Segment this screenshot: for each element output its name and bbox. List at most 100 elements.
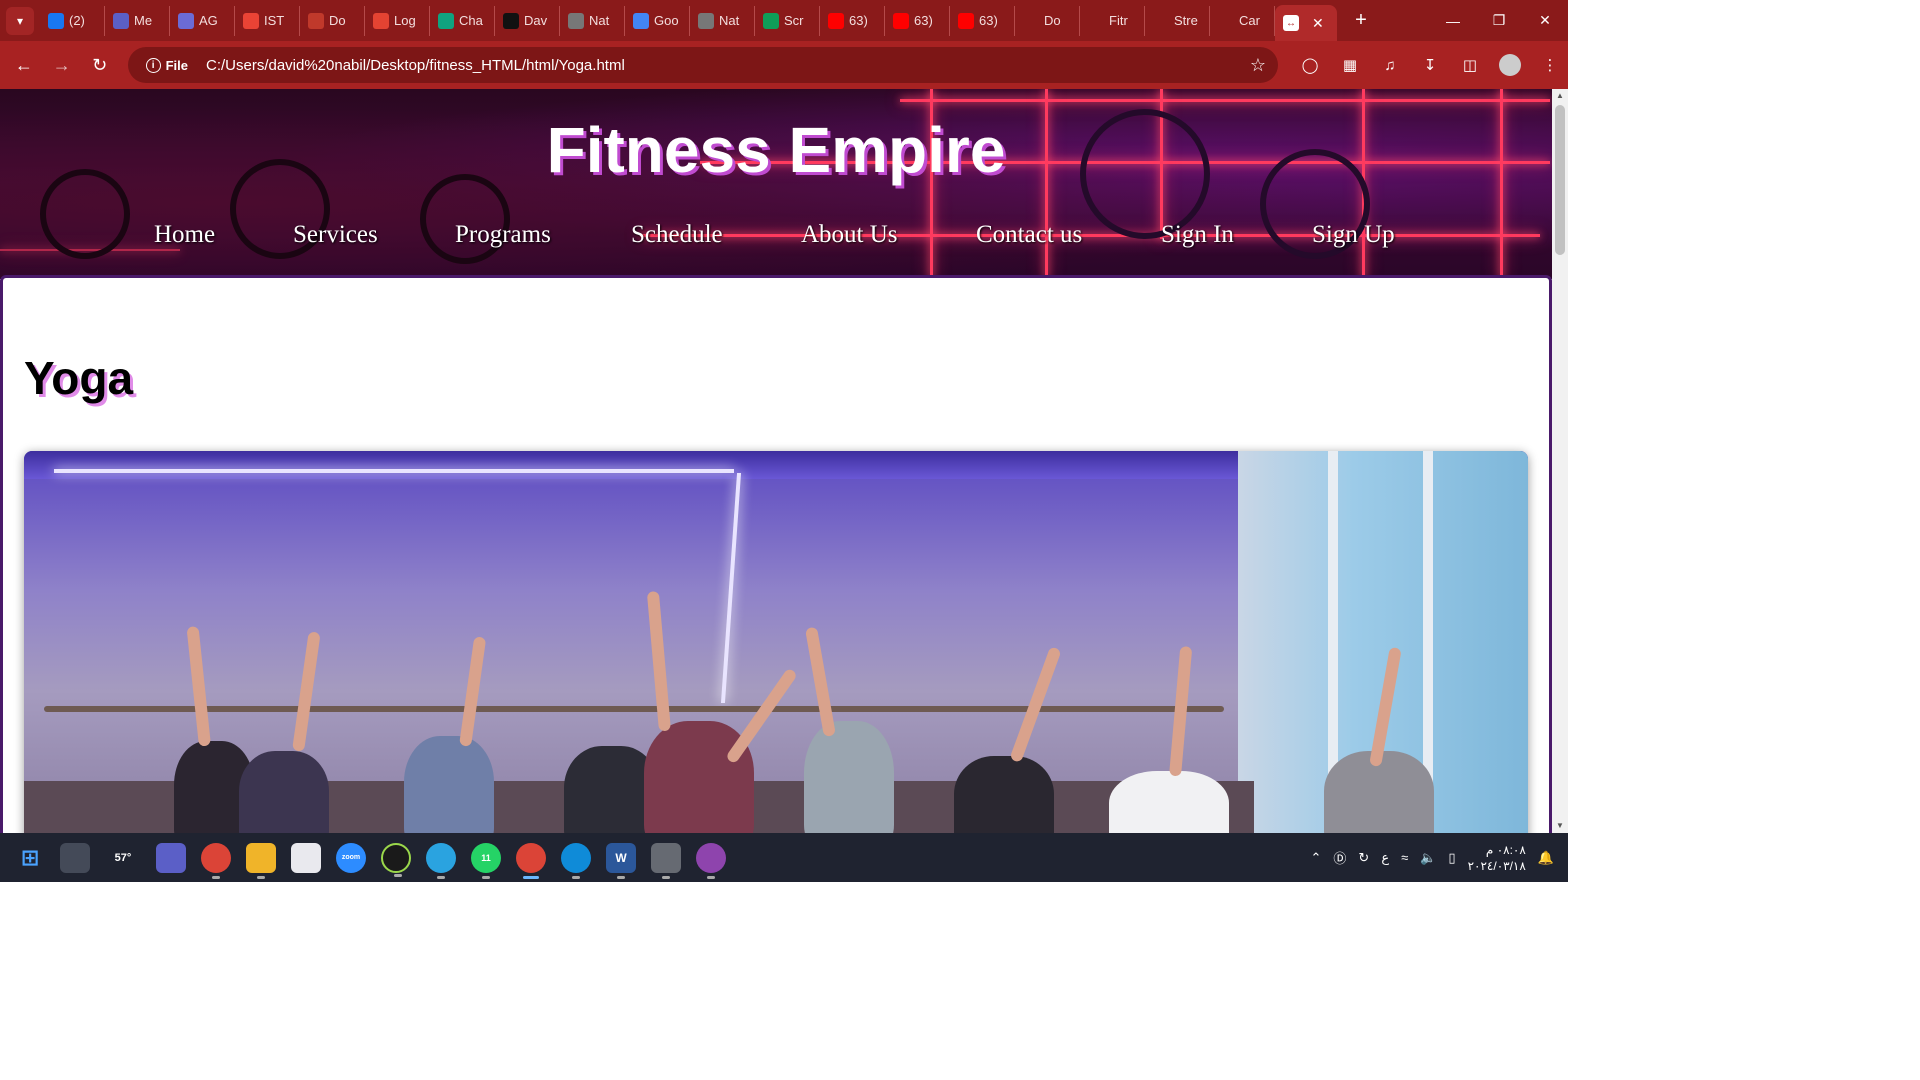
todoist-icon <box>373 12 389 29</box>
bookmark-star-icon[interactable]: ☆ <box>1250 55 1266 76</box>
browser-tab[interactable]: Goo <box>625 5 690 36</box>
nav-schedule[interactable]: Schedule <box>631 221 723 249</box>
browser-tab[interactable]: Stre <box>1145 5 1210 36</box>
input-language[interactable]: ع <box>1381 850 1389 866</box>
close-tab-icon[interactable]: ✕ <box>1312 15 1324 32</box>
browser-tab[interactable]: Dav <box>495 5 560 36</box>
site-brand-title[interactable]: Fitness Empire <box>0 113 1552 187</box>
edge-icon[interactable] <box>561 842 591 879</box>
teams-icon <box>113 12 129 29</box>
clock[interactable]: ٠٨:٠٨ م ٢٠٢٤/٠٣/١٨ <box>1468 842 1526 874</box>
scroll-down-icon[interactable]: ▼ <box>1552 819 1568 833</box>
file-explorer-icon[interactable] <box>246 842 276 879</box>
tab-label: Do <box>1044 13 1061 28</box>
youtube-icon <box>958 12 974 29</box>
browser-tab[interactable]: Cha <box>430 5 495 36</box>
tab-label: Nat <box>719 13 740 28</box>
browser-tab[interactable]: Me <box>105 5 170 36</box>
tab-label: (2) <box>69 13 85 28</box>
forward-arrow-icon[interactable]: → <box>44 47 80 83</box>
tab-label: IST <box>264 13 285 28</box>
chrome-active-icon[interactable] <box>516 842 546 879</box>
language-l-icon[interactable]: Ⓓ <box>1333 848 1346 867</box>
wifi-icon[interactable]: ≈ <box>1401 850 1408 865</box>
reload-icon[interactable]: ↻ <box>82 47 118 83</box>
scroll-thumb[interactable] <box>1555 105 1565 255</box>
toolbar-icons: ◯ ▦ ♫ ↧ ◫ ⋮ <box>1292 47 1568 83</box>
scroll-up-icon[interactable]: ▲ <box>1552 89 1568 103</box>
windows-start-icon[interactable]: ⊞ <box>15 843 45 873</box>
tab-label: Cha <box>459 13 483 28</box>
chat-icon <box>178 12 194 29</box>
tab-label: Car <box>1239 13 1260 28</box>
tab-search-button[interactable]: ▾ <box>6 6 34 35</box>
calculator-icon[interactable] <box>651 842 681 879</box>
zoom-icon[interactable]: zoom <box>336 842 366 873</box>
telegram-icon[interactable] <box>426 842 456 879</box>
profile-avatar[interactable] <box>1499 54 1521 76</box>
hero-banner: Fitness Empire Home Services Programs Sc… <box>0 89 1552 279</box>
word-icon[interactable]: W <box>606 842 636 879</box>
windows-taskbar: ⊞ 57° zoom 11 W ⌃ Ⓓ ↻ ع ≈ 🔈 ▯ ٠٨:٠٨ م ٢٠… <box>0 833 1568 882</box>
browser-tab[interactable]: IST <box>235 5 300 36</box>
extensions-icon[interactable]: ▦ <box>1332 47 1368 83</box>
sync-icon[interactable]: ↻ <box>1358 850 1369 866</box>
tab-label: 63) <box>979 13 998 28</box>
whatsapp-badge: 11 <box>481 852 491 863</box>
notifications-bell-icon[interactable]: 🔔 <box>1538 850 1554 866</box>
site-info-label: File <box>165 57 188 73</box>
nav-programs[interactable]: Programs <box>455 221 551 249</box>
volume-icon[interactable]: 🔈 <box>1420 850 1436 866</box>
nav-services[interactable]: Services <box>293 221 378 249</box>
camo-icon[interactable] <box>381 842 411 877</box>
menu-kebab-icon[interactable]: ⋮ <box>1532 47 1568 83</box>
nav-about-us[interactable]: About Us <box>801 221 898 249</box>
nav-home[interactable]: Home <box>154 221 215 249</box>
page-scrollbar[interactable]: ▲ ▼ <box>1552 89 1568 833</box>
teams-icon[interactable] <box>156 842 186 873</box>
browser-tab[interactable]: Car <box>1210 5 1275 36</box>
browser-tab[interactable]: (2) <box>40 5 105 36</box>
github-desktop-icon[interactable] <box>696 842 726 879</box>
record-icon[interactable]: ◯ <box>1292 47 1328 83</box>
restore-icon[interactable]: ❐ <box>1476 0 1522 41</box>
browser-tab[interactable]: Do <box>300 5 365 36</box>
tab-label: Scr <box>784 13 804 28</box>
weather-icon[interactable]: 57° <box>105 843 141 873</box>
tab-label: Log <box>394 13 416 28</box>
nav-sign-in[interactable]: Sign In <box>1161 221 1234 249</box>
side-panel-icon[interactable]: ◫ <box>1452 47 1488 83</box>
browser-tab[interactable]: Log <box>365 5 430 36</box>
browser-tab[interactable]: 63) <box>950 5 1015 36</box>
tab-label: Goo <box>654 13 679 28</box>
minimize-icon[interactable]: — <box>1430 0 1476 41</box>
url-text[interactable]: C:/Users/david%20nabil/Desktop/fitness_H… <box>206 57 625 74</box>
media-icon[interactable]: ♫ <box>1372 47 1408 83</box>
download-icon[interactable]: ↧ <box>1412 47 1448 83</box>
whatsapp-icon[interactable]: 11 <box>471 842 501 879</box>
battery-icon[interactable]: ▯ <box>1448 850 1455 866</box>
nav-contact-us[interactable]: Contact us <box>976 221 1082 249</box>
site-info-chip[interactable]: i File <box>138 57 196 73</box>
browser-tab[interactable]: Do <box>1015 5 1080 36</box>
nav-sign-up[interactable]: Sign Up <box>1312 221 1395 249</box>
new-tab-button[interactable]: + <box>1347 9 1375 32</box>
address-bar[interactable]: i File C:/Users/david%20nabil/Desktop/fi… <box>127 47 1278 83</box>
browser-tab[interactable]: Nat <box>690 5 755 36</box>
browser-tab[interactable]: Fitr <box>1080 5 1145 36</box>
close-window-icon[interactable]: ✕ <box>1522 0 1568 41</box>
browser-tab[interactable]: Scr <box>755 5 820 36</box>
browser-tab[interactable]: 63) <box>885 5 950 36</box>
store-icon[interactable] <box>291 842 321 873</box>
show-hidden-icons-icon[interactable]: ⌃ <box>1311 850 1322 866</box>
chrome-icon[interactable] <box>201 842 231 879</box>
globe-icon <box>568 12 584 29</box>
active-browser-tab[interactable]: ↔ ✕ <box>1275 5 1337 41</box>
browser-tab[interactable]: AG <box>170 5 235 36</box>
back-arrow-icon[interactable]: ← <box>6 47 42 83</box>
task-view-icon[interactable] <box>60 842 90 873</box>
browser-tab[interactable]: 63) <box>820 5 885 36</box>
drive-icon <box>763 12 779 29</box>
browser-tab[interactable]: Nat <box>560 5 625 36</box>
arrows-icon <box>1153 12 1169 29</box>
